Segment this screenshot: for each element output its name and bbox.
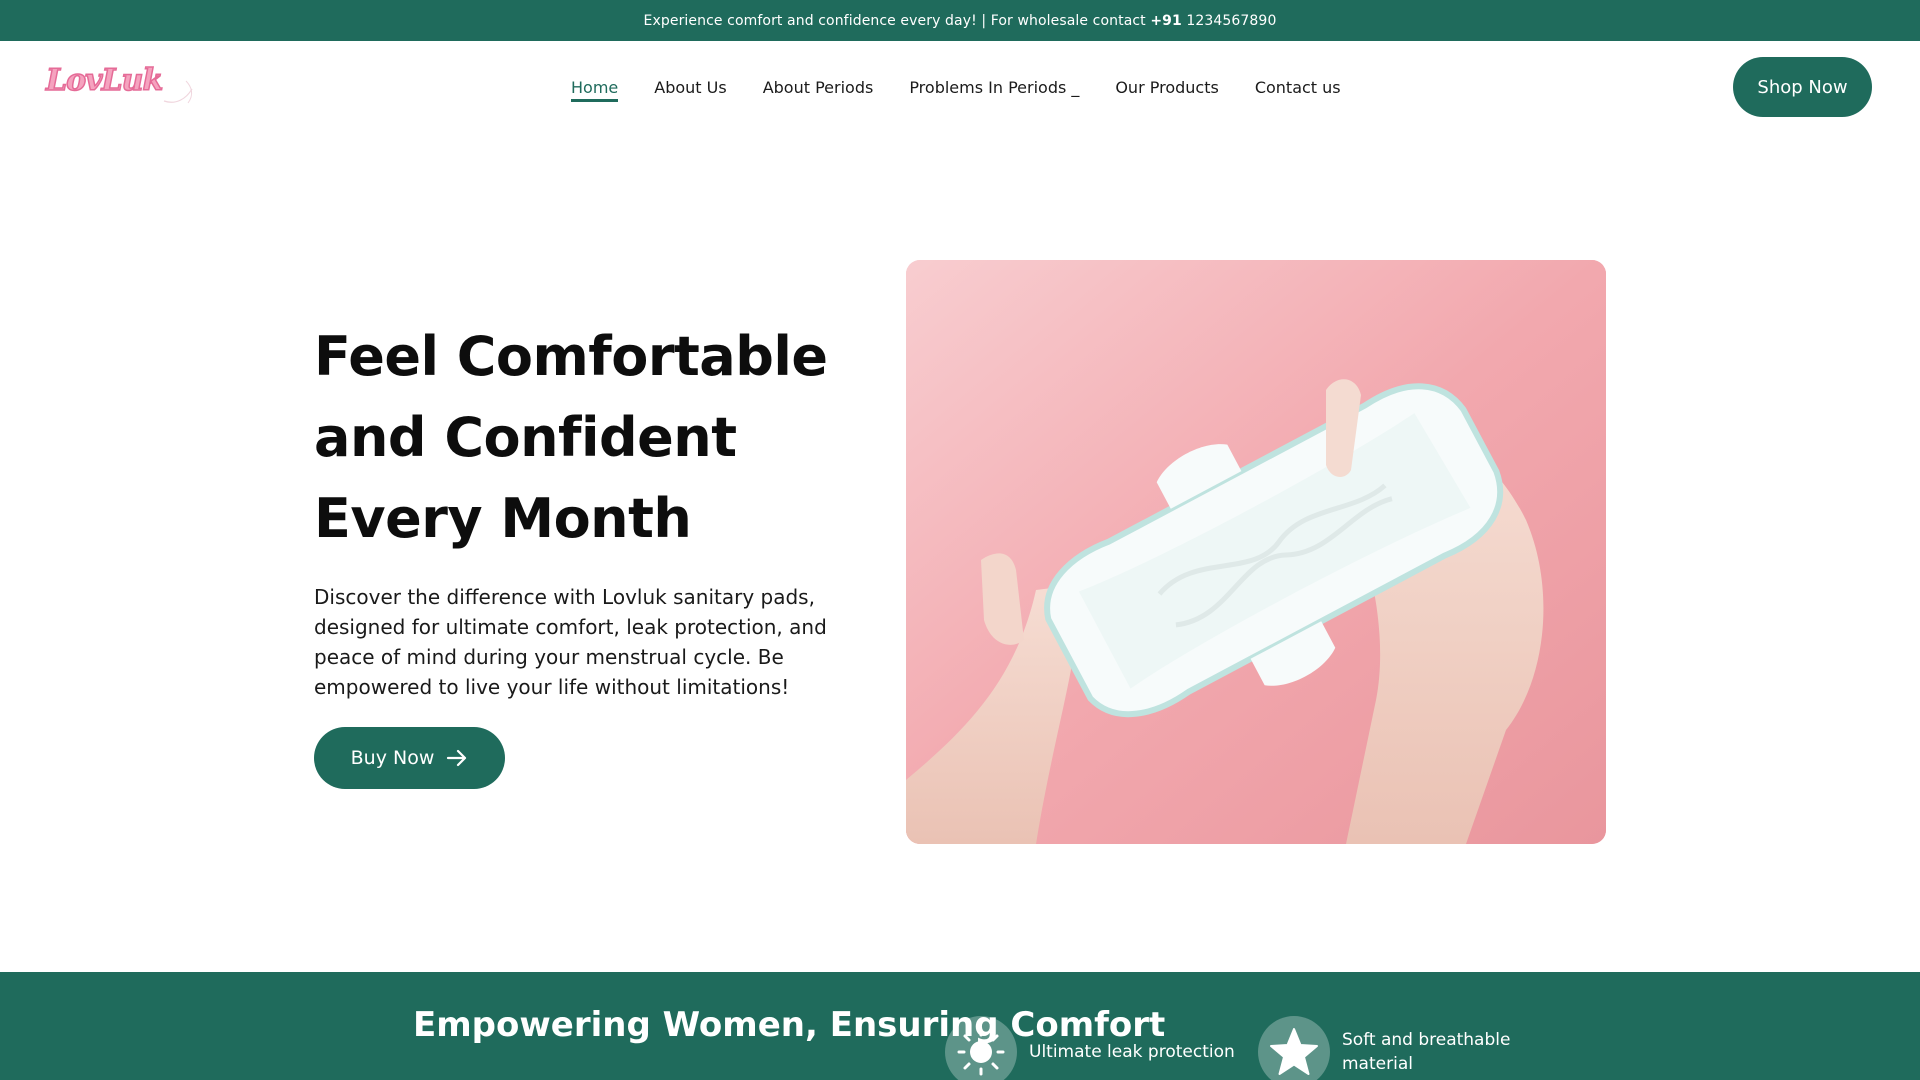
hero-image [906,260,1606,844]
features-band: Empowering Women, Ensuring Comfort Ultim… [0,972,1920,1080]
logo[interactable]: LovLuk [45,61,196,111]
feature-label: Ultimate leak protection [1029,1042,1235,1062]
buy-now-button[interactable]: Buy Now [314,727,505,789]
nav-about-periods[interactable]: About Periods [763,78,874,97]
feature-label: Soft and breathable material [1342,1030,1511,1074]
nav-problems-in-periods[interactable]: Problems In Periods _ [909,78,1079,97]
sun-icon [945,1016,1017,1080]
nav-about-us[interactable]: About Us [654,78,726,97]
announcement-bar: Experience comfort and confidence every … [0,0,1920,41]
dropdown-caret-icon: _ [1071,77,1080,97]
nav-contact-us[interactable]: Contact us [1255,78,1341,97]
announcement-text: Experience comfort and confidence every … [643,12,1151,29]
phone-prefix: +91 [1150,12,1182,29]
star-icon [1258,1016,1330,1080]
shop-now-button[interactable]: Shop Now [1733,57,1872,117]
feature-leak-protection: Ultimate leak protection [945,1016,1235,1080]
feature-soft-material: Soft and breathable material [1258,1016,1512,1080]
band-title: Empowering Women, Ensuring Comfort [413,1005,1166,1045]
sanitary-pad-photo [906,260,1606,844]
hero-title: Feel Comfortable and Confident Every Mon… [314,325,828,550]
site-header: LovLuk Home About Us About Periods Probl… [0,41,1920,133]
phone-number: 1234567890 [1181,12,1277,29]
hero-description: Discover the difference with Lovluk sani… [314,585,827,699]
buy-now-label: Buy Now [350,747,435,769]
main-nav: Home About Us About Periods Problems In … [571,41,1377,133]
nav-problems-label: Problems In Periods [909,77,1067,97]
logo-flourish-icon [163,80,193,104]
arrow-right-icon [447,749,467,767]
nav-our-products[interactable]: Our Products [1115,78,1218,97]
nav-home[interactable]: Home [571,78,619,102]
